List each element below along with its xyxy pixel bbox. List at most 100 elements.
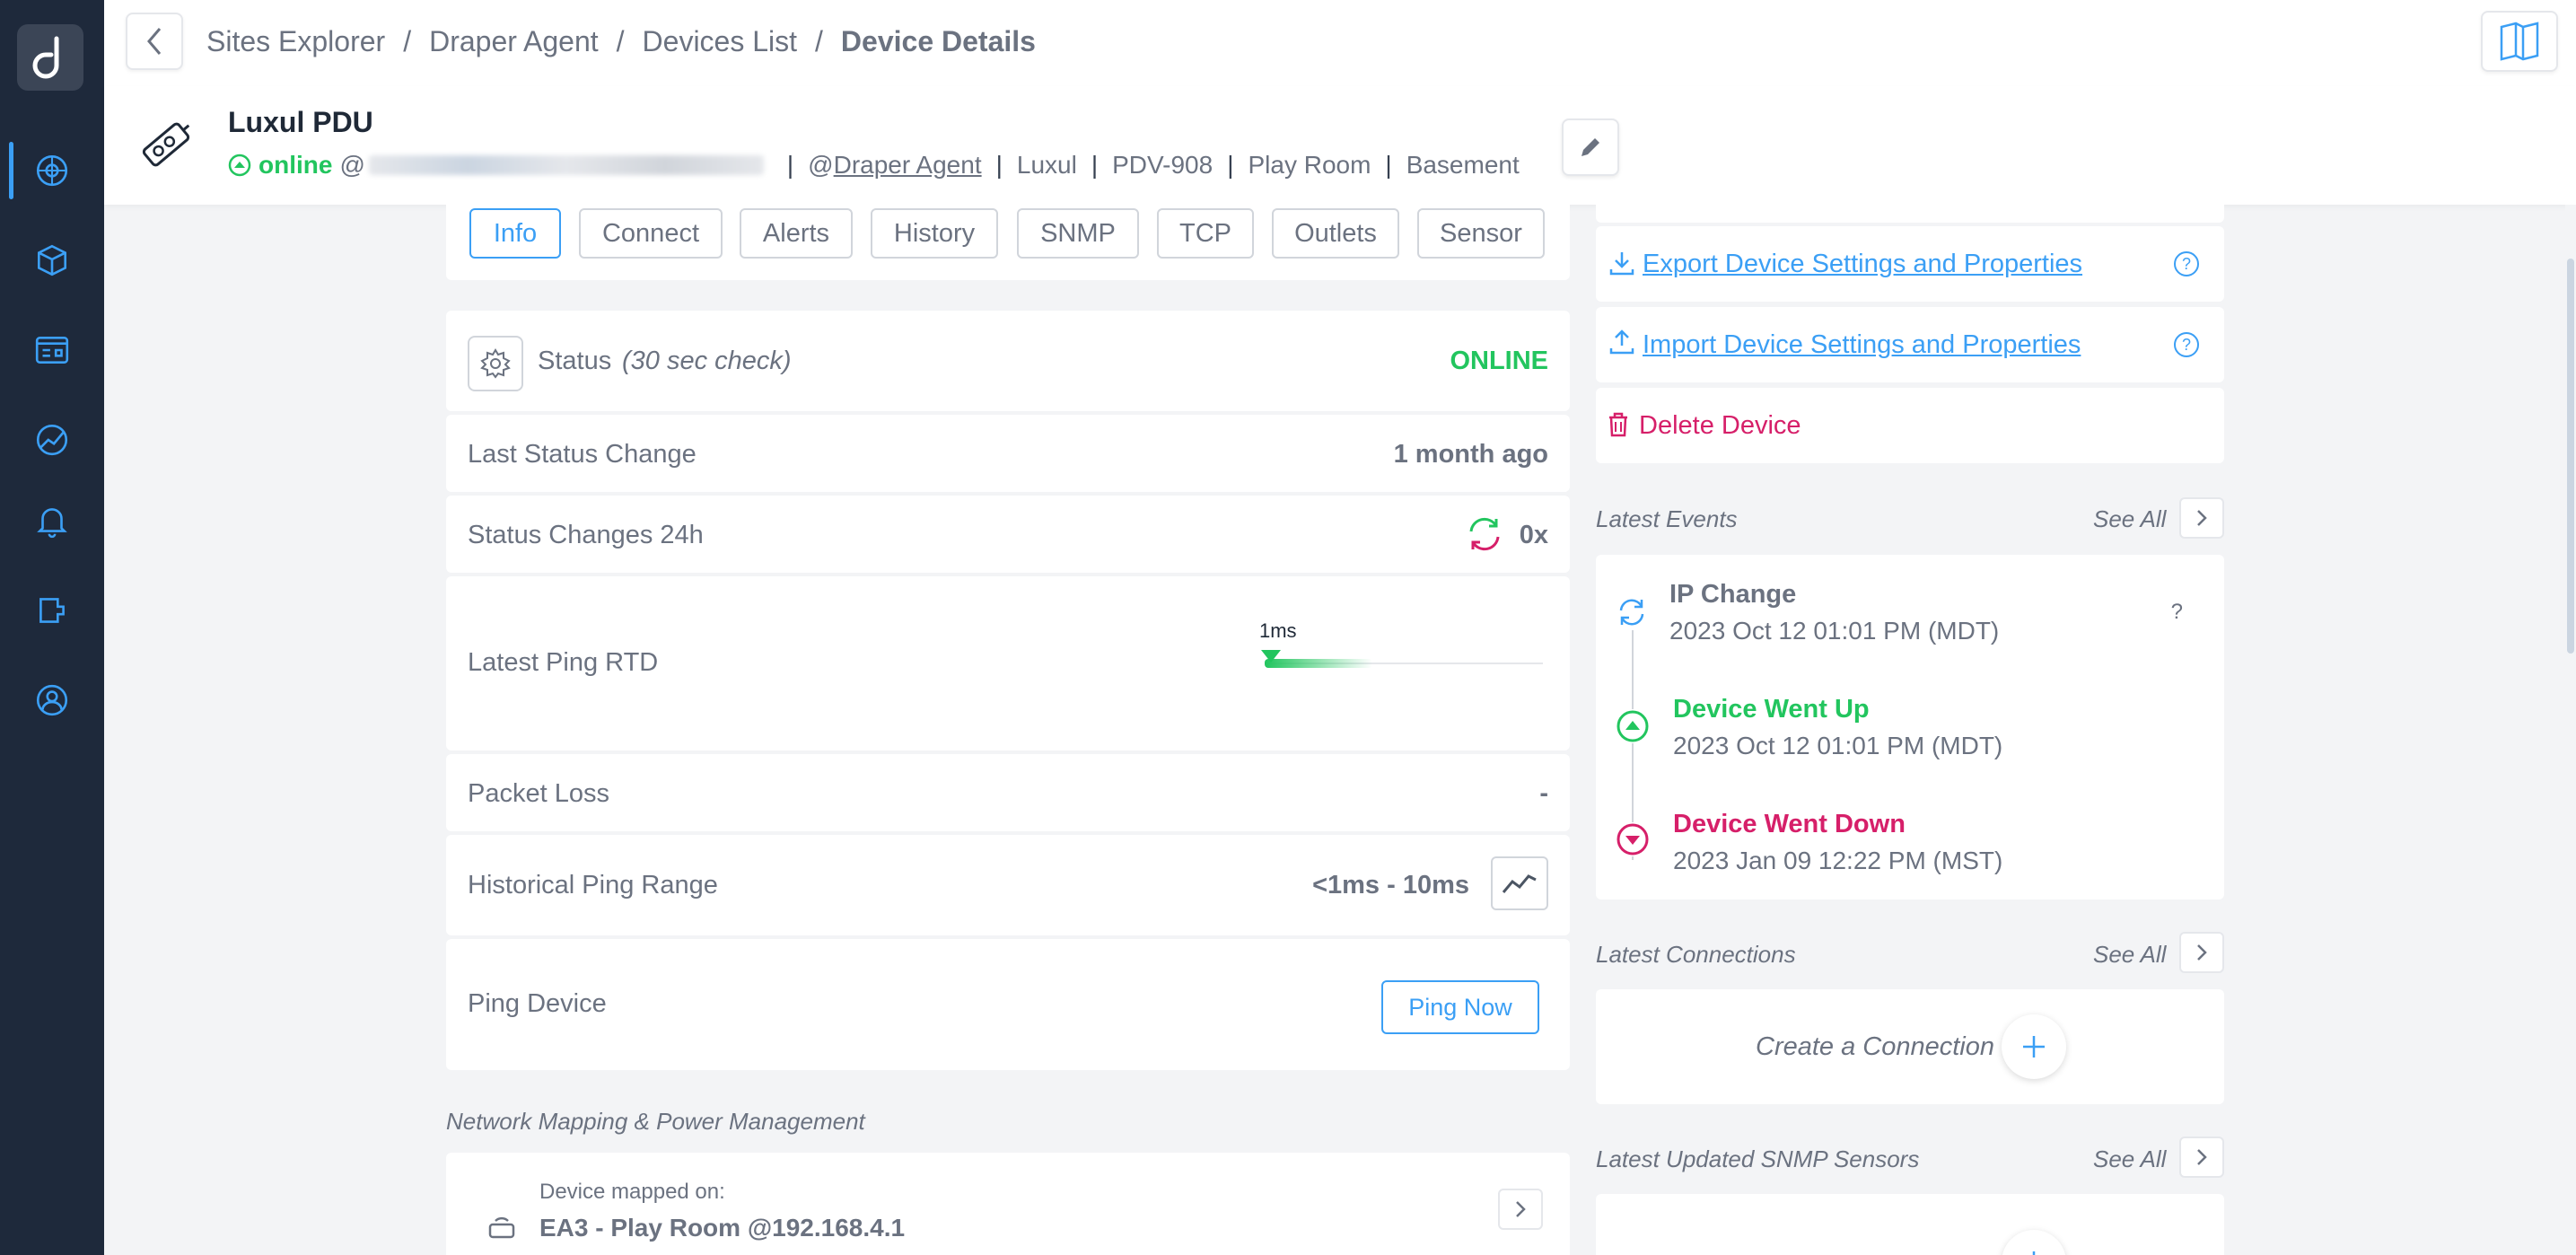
breadcrumb-separator: / bbox=[616, 25, 625, 57]
packet-loss-value: - bbox=[1539, 779, 1548, 808]
cube-icon bbox=[37, 244, 67, 276]
status-check-interval[interactable]: (30 sec check) bbox=[622, 347, 792, 376]
bell-icon bbox=[37, 508, 67, 539]
latest-events-title: Latest Events bbox=[1596, 505, 1738, 532]
trend-line-icon bbox=[1502, 874, 1537, 893]
tab-sensor[interactable]: Sensor bbox=[1417, 208, 1545, 259]
packet-loss-label: Packet Loss bbox=[468, 779, 609, 808]
device-name: Luxul PDU bbox=[228, 106, 373, 138]
device-status: online bbox=[258, 151, 333, 179]
status-label: Status bbox=[538, 347, 612, 375]
status-changes-value: 0x bbox=[1519, 521, 1548, 549]
nav-reports[interactable] bbox=[0, 314, 104, 386]
events-see-all-button[interactable] bbox=[2179, 497, 2224, 539]
back-button[interactable] bbox=[126, 13, 183, 70]
network-mapping-open-button[interactable] bbox=[1498, 1189, 1543, 1230]
breadcrumb-sites[interactable]: Sites Explorer bbox=[206, 25, 385, 58]
event-item[interactable]: Device Went Down 2023 Jan 09 12:22 PM (M… bbox=[1673, 810, 2002, 875]
nav-sites[interactable] bbox=[0, 135, 104, 206]
device-room: Play Room bbox=[1248, 151, 1371, 179]
nav-monitoring[interactable] bbox=[0, 404, 104, 476]
add-snmp-sensor-button[interactable] bbox=[2002, 1230, 2066, 1255]
device-vendor: Luxul bbox=[1016, 151, 1077, 179]
gear-icon bbox=[480, 348, 511, 379]
top-header: Sites Explorer / Draper Agent / Devices … bbox=[104, 0, 2576, 86]
connections-see-all-button[interactable] bbox=[2179, 932, 2224, 973]
delete-device-label: Delete Device bbox=[1639, 411, 1801, 440]
status-settings-button[interactable] bbox=[468, 336, 523, 391]
latest-ping-label: Latest Ping RTD bbox=[468, 648, 659, 677]
mapped-on-value[interactable]: EA3 - Play Room @192.168.4.1 bbox=[539, 1214, 905, 1242]
nav-devices[interactable] bbox=[0, 224, 104, 296]
last-status-change-value: 1 month ago bbox=[1393, 440, 1548, 469]
breadcrumb-separator: / bbox=[815, 25, 823, 57]
breadcrumb-separator: / bbox=[403, 25, 412, 57]
help-icon[interactable]: ? bbox=[2174, 332, 2199, 357]
delete-device-row[interactable]: Delete Device bbox=[1596, 388, 2224, 463]
went-up-icon bbox=[1616, 709, 1650, 743]
scrollbar-thumb[interactable] bbox=[2567, 259, 2574, 654]
nav-integrations[interactable] bbox=[0, 575, 104, 646]
nav-alerts[interactable] bbox=[0, 485, 104, 557]
plus-icon bbox=[2023, 1036, 2045, 1058]
device-tabs: Info Connect Alerts History SNMP TCP Out… bbox=[446, 205, 1570, 280]
tab-tcp[interactable]: TCP bbox=[1157, 208, 1254, 259]
pdu-device-icon bbox=[142, 122, 190, 167]
ping-device-row: Ping Device Ping Now bbox=[446, 939, 1570, 1070]
tab-connect[interactable]: Connect bbox=[579, 208, 723, 259]
event-time: 2023 Oct 12 01:01 PM (MDT) bbox=[1673, 732, 2003, 759]
page-scrollbar[interactable] bbox=[2565, 205, 2576, 1255]
help-icon[interactable]: ? bbox=[2174, 251, 2199, 276]
ping-range-label: Historical Ping Range bbox=[468, 871, 718, 900]
network-mapping-card[interactable]: Device mapped on: EA3 - Play Room @192.1… bbox=[446, 1153, 1570, 1255]
export-settings-link[interactable]: Export Device Settings and Properties bbox=[1643, 250, 2082, 279]
tab-alerts[interactable]: Alerts bbox=[740, 208, 853, 259]
ip-change-icon bbox=[1614, 594, 1650, 630]
tab-outlets[interactable]: Outlets bbox=[1272, 208, 1399, 259]
user-circle-icon bbox=[36, 684, 68, 716]
meta-separator: | bbox=[1227, 151, 1234, 179]
event-item[interactable]: Device Went Up 2023 Oct 12 01:01 PM (MDT… bbox=[1673, 695, 2002, 760]
events-see-all[interactable]: See All bbox=[2093, 505, 2166, 533]
export-settings-row: Export Device Settings and Properties ? bbox=[1596, 226, 2224, 302]
actions-card-top bbox=[1596, 205, 2224, 223]
domotz-logo-icon bbox=[32, 36, 59, 79]
snmp-see-all-button[interactable] bbox=[2179, 1137, 2224, 1178]
ping-history-button[interactable] bbox=[1491, 856, 1548, 910]
nav-account[interactable] bbox=[0, 664, 104, 736]
breadcrumb-agent[interactable]: Draper Agent bbox=[429, 25, 599, 58]
went-down-icon bbox=[1616, 822, 1650, 856]
docs-button[interactable] bbox=[2481, 11, 2558, 72]
device-model: PDV-908 bbox=[1112, 151, 1214, 179]
device-header: Luxul PDU online @ | @ Draper Agent | Lux… bbox=[104, 86, 2576, 205]
meta-separator: | bbox=[1091, 151, 1099, 179]
meta-separator: | bbox=[995, 151, 1003, 179]
ping-marker-label: 1ms bbox=[1259, 619, 1297, 642]
create-connection-button[interactable] bbox=[2002, 1014, 2066, 1079]
chevron-left-icon bbox=[147, 28, 162, 55]
breadcrumb-devices[interactable]: Devices List bbox=[643, 25, 798, 58]
event-title: Device Went Down bbox=[1673, 810, 1906, 838]
connections-see-all[interactable]: See All bbox=[2093, 941, 2166, 969]
chevron-right-icon bbox=[2197, 1149, 2207, 1165]
chevron-right-icon bbox=[2197, 510, 2207, 526]
book-icon bbox=[2500, 22, 2539, 61]
tab-history[interactable]: History bbox=[871, 208, 998, 259]
chevron-right-icon bbox=[2197, 944, 2207, 961]
import-settings-link[interactable]: Import Device Settings and Properties bbox=[1643, 330, 2081, 360]
latest-connections-title: Latest Connections bbox=[1596, 941, 1796, 968]
chevron-right-icon bbox=[1516, 1201, 1526, 1217]
status-row: Status (30 sec check) ONLINE bbox=[446, 311, 1570, 411]
agent-link[interactable]: Draper Agent bbox=[834, 151, 982, 180]
ping-now-button[interactable]: Ping Now bbox=[1381, 980, 1539, 1034]
tab-snmp[interactable]: SNMP bbox=[1017, 208, 1139, 259]
app-logo[interactable] bbox=[17, 24, 83, 91]
create-connection-label[interactable]: Create a Connection bbox=[1756, 1032, 1994, 1062]
status-changes-row: Status Changes 24h 0x bbox=[446, 496, 1570, 573]
edit-device-button[interactable] bbox=[1562, 118, 1619, 176]
tab-info[interactable]: Info bbox=[469, 208, 561, 259]
last-status-change-row: Last Status Change 1 month ago bbox=[446, 415, 1570, 492]
event-item[interactable]: IP Change 2023 Oct 12 01:01 PM (MDT) bbox=[1669, 580, 1999, 645]
event-unknown-marker: ? bbox=[2170, 600, 2183, 624]
snmp-see-all[interactable]: See All bbox=[2093, 1145, 2166, 1173]
